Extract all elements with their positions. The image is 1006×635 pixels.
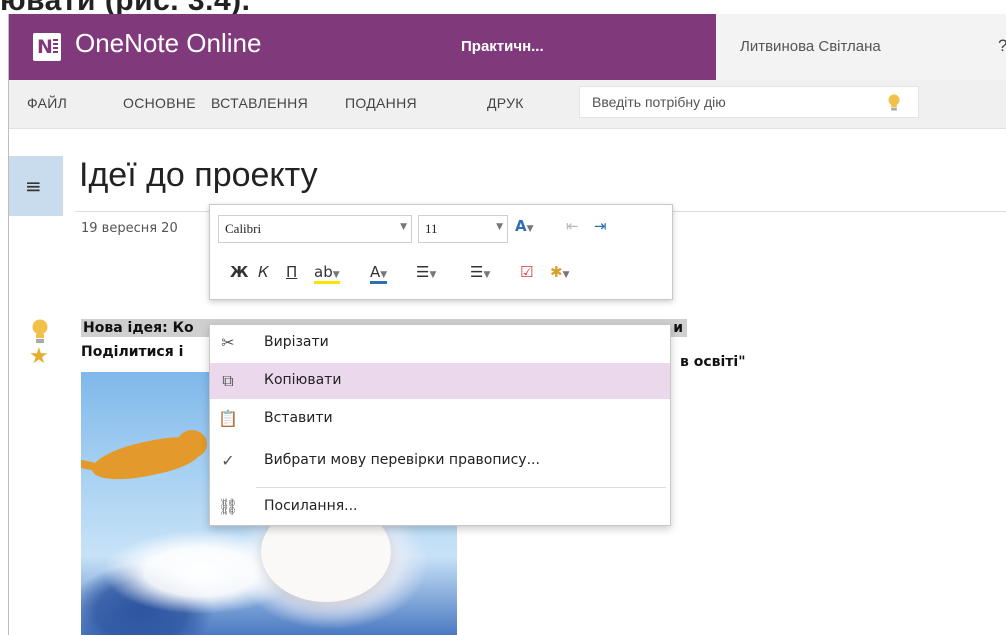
ribbon: ФАЙЛ ОСНОВНЕ ВСТАВЛЕННЯ ПОДАННЯ ДРУК [9, 80, 1006, 129]
font-name-select[interactable]: Calibri ▼ [218, 215, 412, 243]
context-menu: ✂ Вирізати ⧉ Копіювати 📋 Вставити ✓ Вибр… [209, 324, 671, 526]
lightbulb-icon [888, 94, 900, 111]
title-bar: N OneNote Online Практичн... Литвинова С… [9, 14, 1006, 80]
chevron-down-icon: ▼ [496, 222, 503, 232]
menu-separator [256, 487, 666, 488]
tell-me-input[interactable] [590, 93, 874, 111]
menu-item-proofing-language[interactable]: ✓ Вибрати мову перевірки правопису... [210, 443, 670, 479]
copy-icon: ⧉ [222, 371, 234, 390]
note-line-1-text: Нова ідея: Ко [83, 320, 194, 336]
clipboard-icon: 📋 [218, 409, 238, 428]
todo-checkbox-icon[interactable]: ☑ [520, 263, 533, 281]
chevron-down-icon: ▼ [400, 222, 407, 232]
font-color-icon[interactable]: A▼ [370, 263, 388, 284]
spell-check-icon: ✓ [221, 451, 235, 470]
tab-insert[interactable]: ВСТАВЛЕННЯ [211, 95, 308, 111]
link-icon: ⛓ [218, 497, 239, 516]
menu-item-paste[interactable]: 📋 Вставити [210, 401, 670, 437]
idea-tag-icon[interactable] [31, 319, 49, 345]
important-tag-icon[interactable]: ★ [29, 346, 49, 368]
italic-button[interactable]: К [258, 263, 269, 281]
note-line-1-end: и [673, 320, 683, 336]
navigation-toggle-button[interactable]: ≡ [9, 156, 63, 216]
tab-home[interactable]: ОСНОВНЕ [123, 95, 196, 111]
help-icon[interactable]: ? [998, 36, 1006, 56]
bullets-icon[interactable]: ☰▼ [416, 263, 436, 281]
font-size-select[interactable]: 11 ▼ [418, 215, 508, 243]
tab-file[interactable]: ФАЙЛ [27, 95, 67, 111]
scissors-icon: ✂ [221, 333, 235, 352]
menu-item-cut[interactable]: ✂ Вирізати [210, 325, 670, 361]
decrease-indent-icon[interactable]: ⇤ [566, 217, 579, 235]
page-date: 19 вересня 20 [81, 221, 178, 236]
numbering-icon[interactable]: ☰▼ [470, 263, 490, 281]
onenote-window: N OneNote Online Практичн... Литвинова С… [8, 14, 1006, 635]
tell-me-box[interactable] [579, 86, 919, 118]
tag-icon[interactable]: ✱▼ [550, 263, 570, 281]
hamburger-icon: ≡ [25, 174, 42, 198]
user-name[interactable]: Литвинова Світлана [740, 38, 881, 55]
highlight-icon[interactable]: ab▼ [314, 263, 340, 284]
note-line-2[interactable]: Поділитися і [81, 344, 183, 360]
menu-item-copy[interactable]: ⧉ Копіювати [210, 363, 670, 399]
underline-button[interactable]: П [286, 263, 297, 281]
increase-indent-icon[interactable]: ⇥ [594, 217, 607, 235]
notebook-name[interactable]: Практичн... [461, 38, 544, 55]
note-line-2-tail: в освіті" [680, 354, 746, 370]
page-title[interactable]: Ідеї до проекту [79, 156, 318, 195]
tab-view[interactable]: ПОДАННЯ [345, 95, 417, 111]
tab-print[interactable]: ДРУК [487, 95, 524, 111]
bold-button[interactable]: Ж [230, 263, 248, 281]
user-area: Литвинова Світлана ? [716, 14, 1006, 80]
menu-item-link[interactable]: ⛓ Посилання... [210, 489, 670, 525]
onenote-logo-icon[interactable]: N [33, 33, 61, 61]
mini-format-toolbar: Calibri ▼ 11 ▼ A▼ ⇤ ⇥ Ж К П ab▼ A▼ ☰▼ ☰▼… [209, 204, 673, 300]
text-effects-icon[interactable]: A▼ [515, 217, 534, 235]
app-name[interactable]: OneNote Online [75, 28, 261, 59]
